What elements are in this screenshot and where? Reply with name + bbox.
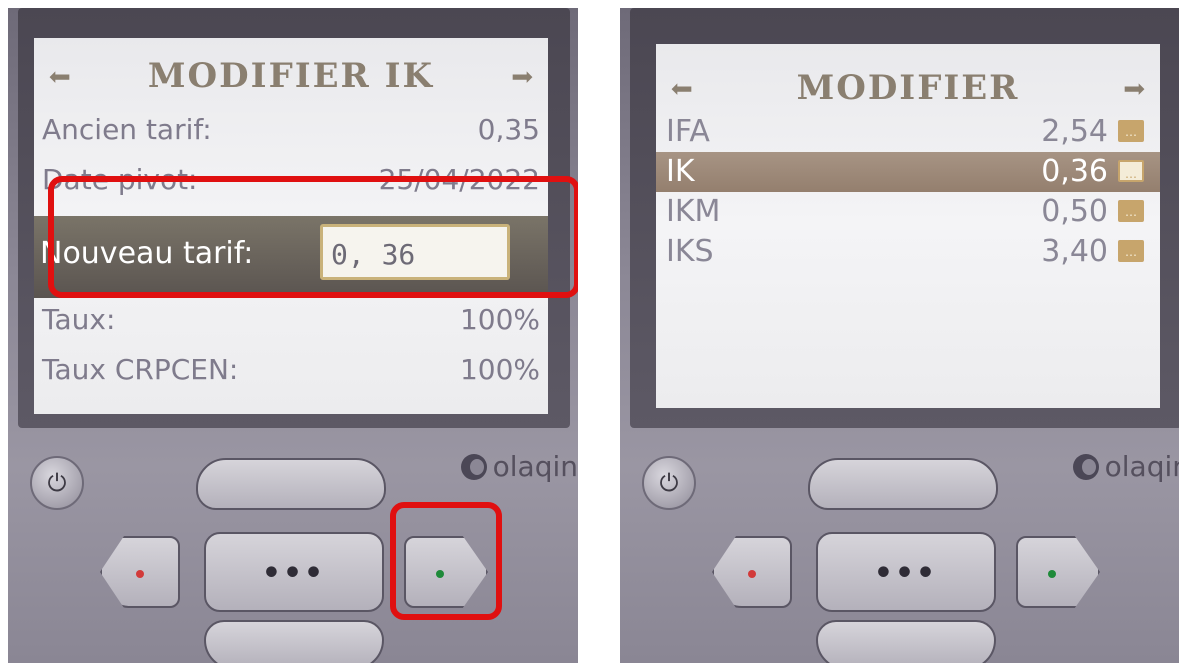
green-led-icon xyxy=(1048,570,1056,578)
power-icon: ⏻ xyxy=(659,469,679,497)
device-photo-right: ⬅ MODIFIER ➡ IFA 2,54 … IK 0,36 … IKM 0,… xyxy=(620,8,1179,663)
up-button[interactable] xyxy=(808,458,998,510)
power-button[interactable]: ⏻ xyxy=(642,456,696,510)
item-label: IK xyxy=(666,154,695,189)
brand-name: olaqin xyxy=(1104,450,1179,483)
power-icon: ⏻ xyxy=(47,469,67,497)
lcd-screen-right: ⬅ MODIFIER ➡ IFA 2,54 … IK 0,36 … IKM 0,… xyxy=(656,44,1160,408)
menu-button[interactable]: ••• xyxy=(204,532,384,612)
row-ancien-tarif: Ancien tarif: 0,35 xyxy=(42,110,540,150)
item-label: IFA xyxy=(666,114,710,149)
title-bar: ⬅ MODIFIER IK ➡ xyxy=(34,52,548,102)
arrow-right-icon[interactable]: ➡ xyxy=(511,58,534,96)
screen-title: MODIFIER xyxy=(796,68,1020,108)
item-value: 0,36 xyxy=(1041,154,1108,189)
list-item-ifa[interactable]: IFA 2,54 … xyxy=(656,112,1160,152)
up-button[interactable] xyxy=(196,458,386,510)
device-photo-left: ⬅ MODIFIER IK ➡ Ancien tarif: 0,35 Date … xyxy=(8,8,578,663)
item-label: IKM xyxy=(666,194,721,229)
item-label: IKS xyxy=(666,234,714,269)
row-value: 100% xyxy=(459,303,540,336)
list-item-ik[interactable]: IK 0,36 … xyxy=(656,152,1160,192)
list-item-iks[interactable]: IKS 3,40 … xyxy=(656,232,1160,272)
row-value: 0,35 xyxy=(477,113,540,146)
row-label: Taux: xyxy=(42,303,116,336)
down-button[interactable] xyxy=(816,620,996,663)
title-bar: ⬅ MODIFIER ➡ xyxy=(656,64,1160,114)
red-led-icon xyxy=(748,570,756,578)
row-label: Taux CRPCEN: xyxy=(42,353,239,386)
brand-name: olaqin xyxy=(492,450,578,483)
list-item-ikm[interactable]: IKM 0,50 … xyxy=(656,192,1160,232)
left-button[interactable] xyxy=(712,536,792,608)
right-button[interactable] xyxy=(1016,536,1100,608)
down-button[interactable] xyxy=(204,620,384,663)
item-value: 3,40 xyxy=(1041,234,1108,269)
edit-icon[interactable]: … xyxy=(1118,160,1144,182)
row-label: Ancien tarif: xyxy=(42,113,212,146)
right-button-annotation xyxy=(390,502,502,620)
row-taux-crpcen: Taux CRPCEN: 100% xyxy=(42,350,540,390)
red-led-icon xyxy=(136,570,144,578)
menu-button[interactable]: ••• xyxy=(816,532,996,612)
arrow-right-icon[interactable]: ➡ xyxy=(1123,70,1146,108)
brand-logo-icon xyxy=(1072,454,1099,480)
brand-label: olaqin xyxy=(460,450,578,483)
row-value: 100% xyxy=(459,353,540,386)
row-taux: Taux: 100% xyxy=(42,300,540,340)
item-value: 0,50 xyxy=(1041,194,1108,229)
left-button[interactable] xyxy=(100,536,180,608)
brand-label: olaqin xyxy=(1072,450,1179,483)
edit-icon[interactable]: … xyxy=(1118,200,1144,222)
edit-icon[interactable]: … xyxy=(1118,240,1144,262)
edit-icon[interactable]: … xyxy=(1118,120,1144,142)
brand-logo-icon xyxy=(460,454,487,480)
screen-title: MODIFIER IK xyxy=(147,56,435,96)
highlight-annotation xyxy=(48,176,578,298)
power-button[interactable]: ⏻ xyxy=(30,456,84,510)
item-value: 2,54 xyxy=(1041,114,1108,149)
